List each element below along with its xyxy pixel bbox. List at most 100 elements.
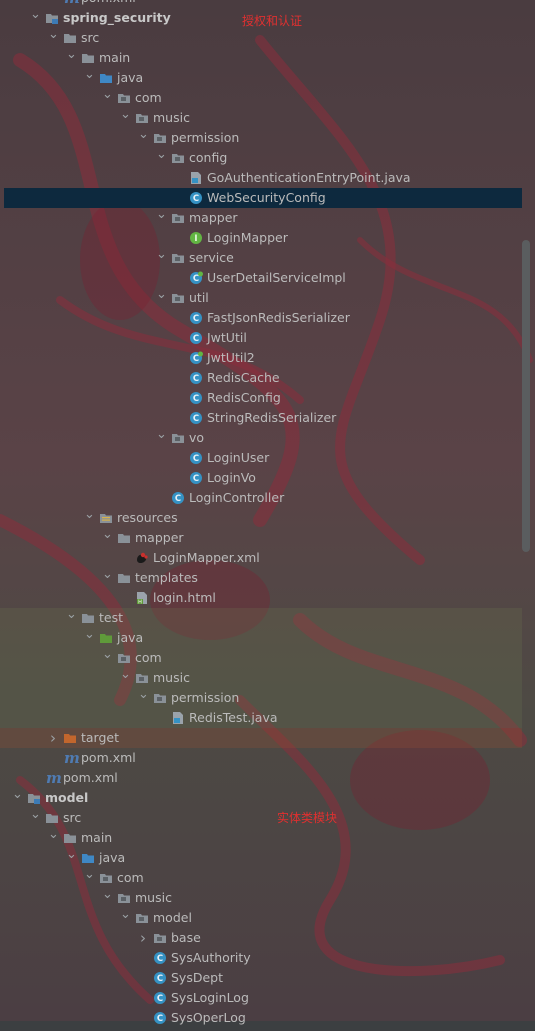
tree-row[interactable]: › base [0, 928, 522, 948]
chevron-down-icon[interactable]: ⌄ [102, 648, 113, 668]
tree-row[interactable]: ⌄ permission [0, 688, 522, 708]
chevron-down-icon[interactable]: ⌄ [30, 8, 41, 28]
tree-row[interactable]: C JwtUtil [0, 328, 522, 348]
tree-row[interactable]: C SysLoginLog [0, 988, 522, 1008]
tree-item-label: main [99, 50, 131, 65]
tree-row[interactable]: ⌄ util [0, 288, 522, 308]
chevron-down-icon[interactable]: ⌄ [156, 148, 167, 168]
chevron-down-icon[interactable]: ⌄ [66, 848, 77, 868]
tree-row[interactable]: C SysDept [0, 968, 522, 988]
chevron-down-icon[interactable]: ⌄ [84, 68, 95, 88]
tree-row[interactable]: ⌄ com [0, 88, 522, 108]
tree-row[interactable]: ⌄ mapper [0, 528, 522, 548]
tree-row[interactable]: C RedisConfig [0, 388, 522, 408]
chevron-right-icon[interactable]: › [138, 928, 148, 948]
tree-row[interactable]: ⌄ java [0, 848, 522, 868]
tree-row[interactable]: › target [0, 728, 522, 748]
tree-row[interactable]: ⌄ test [0, 608, 522, 628]
tree-item-label: base [171, 930, 201, 945]
chevron-down-icon[interactable]: ⌄ [84, 868, 95, 888]
chevron-down-icon[interactable]: ⌄ [102, 568, 113, 588]
tree-row[interactable]: ⌄ com [0, 868, 522, 888]
chevron-down-icon[interactable]: ⌄ [84, 628, 95, 648]
chevron-down-icon[interactable]: ⌄ [138, 128, 149, 148]
tree-row[interactable]: ⌄ permission [0, 128, 522, 148]
tree-item-label: mapper [135, 530, 184, 545]
package-icon [153, 691, 167, 705]
chevron-down-icon[interactable]: ⌄ [12, 788, 23, 808]
tree-row[interactable]: ⌄ src [0, 28, 522, 48]
tree-row[interactable]: C LoginController [0, 488, 522, 508]
tree-row[interactable]: ⌄ config [0, 148, 522, 168]
chevron-right-icon[interactable]: › [48, 728, 58, 748]
tree-row[interactable]: GoAuthenticationEntryPoint.java [0, 168, 522, 188]
chevron-down-icon[interactable]: ⌄ [156, 428, 167, 448]
tree-row[interactable]: C FastJsonRedisSerializer [0, 308, 522, 328]
tree-row[interactable]: ⌄ music [0, 108, 522, 128]
tree-row[interactable]: mpom.xml [0, 0, 522, 8]
chevron-down-icon[interactable]: ⌄ [156, 208, 167, 228]
chevron-down-icon[interactable]: ⌄ [48, 28, 59, 48]
tree-row[interactable]: ⌄ music [0, 668, 522, 688]
tree-item-label: java [99, 850, 126, 865]
chevron-down-icon[interactable]: ⌄ [156, 248, 167, 268]
tree-row[interactable]: C StringRedisSerializer [0, 408, 522, 428]
class-icon: C [189, 451, 203, 465]
tree-item-label: src [63, 810, 82, 825]
package-icon [117, 891, 131, 905]
tree-row[interactable]: Hlogin.html [0, 588, 522, 608]
tree-row[interactable]: C RedisCache [0, 368, 522, 388]
tree-row[interactable]: ⌄ templates [0, 568, 522, 588]
tree-row[interactable]: ⌄ music [0, 888, 522, 908]
tree-row[interactable]: C SysAuthority [0, 948, 522, 968]
tree-item-label: LoginController [189, 490, 285, 505]
chevron-down-icon[interactable]: ⌄ [138, 688, 149, 708]
tree-row[interactable]: ⌄ resources [0, 508, 522, 528]
tree-row[interactable]: C SysOperLog [0, 1008, 522, 1028]
tree-row[interactable]: LoginMapper.xml [0, 548, 522, 568]
tree-row[interactable]: ⌄ service [0, 248, 522, 268]
chevron-down-icon[interactable]: ⌄ [30, 808, 41, 828]
chevron-down-icon[interactable]: ⌄ [66, 48, 77, 68]
svg-text:C: C [157, 1014, 163, 1024]
chevron-down-icon[interactable]: ⌄ [120, 908, 131, 928]
chevron-down-icon[interactable]: ⌄ [48, 828, 59, 848]
chevron-down-icon[interactable]: ⌄ [66, 608, 77, 628]
tree-row[interactable]: C JwtUtil2 [0, 348, 522, 368]
tree-row[interactable]: ⌄ mapper [0, 208, 522, 228]
tree-row[interactable]: ⌄ com [0, 648, 522, 668]
tree-row[interactable]: C LoginVo [0, 468, 522, 488]
chevron-down-icon[interactable]: ⌄ [120, 108, 131, 128]
svg-text:C: C [193, 414, 199, 424]
tree-row[interactable]: ⌄ main [0, 828, 522, 848]
svg-text:C: C [193, 334, 199, 344]
tree-row[interactable]: C UserDetailServiceImpl [0, 268, 522, 288]
tree-item-label: JwtUtil [207, 330, 247, 345]
java-file-icon [189, 171, 203, 185]
tree-row[interactable]: ⌄ model [0, 908, 522, 928]
html-file-icon: H [135, 591, 149, 605]
vertical-scrollbar-thumb[interactable] [522, 240, 530, 552]
tree-row[interactable]: I LoginMapper [0, 228, 522, 248]
tree-row[interactable]: ⌄ model [0, 788, 522, 808]
class-icon: C [189, 271, 203, 285]
tree-row[interactable]: ⌄ java [0, 68, 522, 88]
chevron-down-icon[interactable]: ⌄ [120, 668, 131, 688]
tree-row[interactable]: mpom.xml [0, 748, 522, 768]
tree-row[interactable]: ⌄ vo [0, 428, 522, 448]
tree-row[interactable]: C WebSecurityConfig [4, 188, 522, 208]
annotation-auth: 授权和认证 [242, 14, 303, 28]
tree-row[interactable]: ⌄ main [0, 48, 522, 68]
tree-item-label: com [135, 650, 162, 665]
tree-row[interactable]: RedisTest.java [0, 708, 522, 728]
chevron-down-icon[interactable]: ⌄ [84, 508, 95, 528]
chevron-down-icon[interactable]: ⌄ [102, 528, 113, 548]
folder-icon [117, 531, 131, 545]
tree-row[interactable]: C LoginUser [0, 448, 522, 468]
tree-row[interactable]: mpom.xml [0, 768, 522, 788]
chevron-down-icon[interactable]: ⌄ [102, 88, 113, 108]
chevron-down-icon[interactable]: ⌄ [156, 288, 167, 308]
tree-row[interactable]: ⌄ java [0, 628, 522, 648]
tree-row[interactable]: ⌄ src [0, 808, 522, 828]
chevron-down-icon[interactable]: ⌄ [102, 888, 113, 908]
